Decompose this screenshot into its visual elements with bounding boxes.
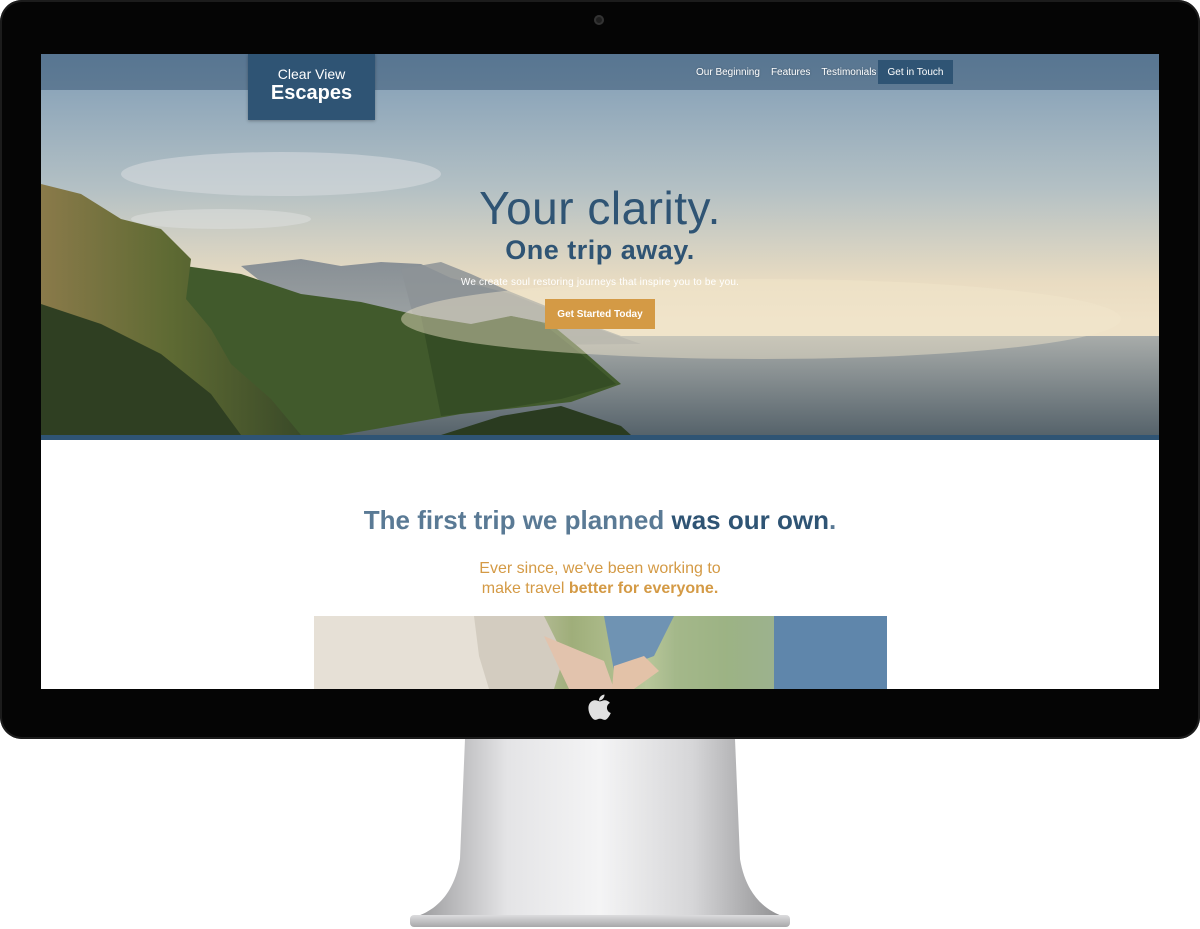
photo-illustration [314, 616, 887, 689]
site-logo[interactable]: Clear View Escapes [248, 54, 375, 120]
webcam-icon [594, 15, 604, 25]
nav-link-features[interactable]: Features [771, 67, 810, 78]
hero-tagline: We create soul restoring journeys that i… [460, 277, 740, 288]
nav-links: Our Beginning Features Testimonials [696, 54, 887, 90]
monitor-frame: Clear View Escapes Our Beginning Feature… [0, 0, 1200, 739]
story-sub-line-2-regular: make travel [481, 580, 569, 597]
monitor-stand [410, 739, 790, 927]
story-heading-bold: was our own [671, 505, 829, 535]
hero-section: Clear View Escapes Our Beginning Feature… [41, 54, 1159, 435]
top-navbar [41, 54, 1159, 90]
logo-line-1: Clear View [277, 66, 346, 82]
nav-link-testimonials[interactable]: Testimonials [821, 67, 876, 78]
logo-line-2: Escapes [270, 82, 353, 104]
hero-subtitle: One trip away. [505, 235, 695, 265]
nav-link-our-beginning[interactable]: Our Beginning [696, 67, 760, 78]
browser-screen: Clear View Escapes Our Beginning Feature… [41, 54, 1159, 689]
story-heading: The first trip we planned was our own. [41, 505, 1159, 535]
hero-divider [41, 435, 1159, 440]
get-in-touch-button[interactable]: Get in Touch [878, 60, 953, 84]
hero-title: Your clarity. [479, 182, 721, 234]
story-subheading: Ever since, we've been working to make t… [41, 559, 1159, 599]
story-sub-line-1: Ever since, we've been working to [479, 560, 721, 577]
story-heading-regular: The first trip we planned [363, 505, 672, 535]
couple-holding-hands-photo [314, 616, 887, 689]
story-sub-line-2-bold: better for everyone. [568, 580, 719, 597]
story-heading-period: . [828, 505, 837, 535]
apple-logo-icon [588, 694, 611, 720]
get-started-button[interactable]: Get Started Today [545, 299, 655, 329]
